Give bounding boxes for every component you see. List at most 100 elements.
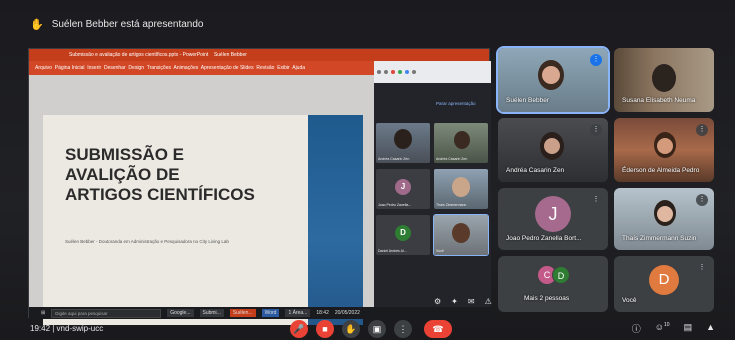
- meeting-controls-bar: 19:42 | vnd-swip-ucc 🎤 ■ ✋ ▣ ⋮ ☎ ⓘ ☺10 ▤…: [0, 318, 735, 340]
- meet-screen: ✋ Suélen Bebber está apresentando Submis…: [0, 0, 735, 340]
- shared-screen: Submissão e avaliação de artigos científ…: [28, 48, 492, 325]
- mic-muted-icon: ⋮: [696, 194, 708, 206]
- taskbar-item[interactable]: Suélen...: [229, 309, 256, 317]
- slide-title-line: AVALIÇÃO DE: [65, 165, 180, 184]
- participant-name: Você: [622, 297, 637, 304]
- more-people-tile[interactable]: C D Mais 2 pessoas: [498, 256, 608, 312]
- presenting-icon: ✋: [30, 19, 44, 31]
- mini-participant-tile[interactable]: Andréa Casarin Zen: [376, 123, 430, 163]
- mini-participant-tile[interactable]: J Joao Pedro Zanella...: [376, 169, 430, 209]
- more-options-button[interactable]: ⋮: [394, 320, 412, 338]
- participant-face: [544, 138, 560, 154]
- taskbar-item[interactable]: Google...: [167, 309, 194, 317]
- mic-muted-icon: ⋮: [590, 124, 602, 136]
- participant-name: Thaís Zimmermann Suzin: [622, 235, 697, 242]
- participant-figure: [394, 129, 412, 149]
- ribbon-tab[interactable]: Arquivo: [35, 65, 52, 71]
- toolbar-icon[interactable]: [391, 70, 395, 74]
- mic-off-button[interactable]: 🎤: [290, 320, 308, 338]
- warning-icon[interactable]: ⚠: [485, 297, 492, 306]
- camera-off-button[interactable]: ■: [316, 320, 334, 338]
- ribbon-tab[interactable]: Design: [128, 65, 144, 71]
- people-count: 10: [664, 322, 670, 328]
- ppt-ribbon: Arquivo Página Inicial Inserir Desenhar …: [29, 61, 374, 75]
- participant-name: Joao Pedro Zanella Bort...: [506, 235, 582, 242]
- mini-participant-tile[interactable]: D Daniel Andrés Al...: [376, 215, 430, 255]
- meeting-time-code: 19:42 | vnd-swip-ucc: [30, 324, 104, 333]
- participant-figure: [652, 64, 676, 92]
- slide-subtitle: Suélen Bebber - Doutoranda em Administra…: [65, 239, 229, 244]
- info-icon[interactable]: ⓘ: [632, 322, 641, 335]
- toolbar-icon[interactable]: [377, 70, 381, 74]
- participant-tile[interactable]: Susana Elisabeth Neuma: [614, 48, 714, 112]
- tile-options-icon[interactable]: ⚙: [434, 297, 441, 306]
- mini-participant-tile[interactable]: Você: [433, 214, 489, 256]
- mini-participant-tile[interactable]: Andréa Casarin Zen: [434, 123, 488, 163]
- present-button[interactable]: ▣: [368, 320, 386, 338]
- mini-tile-name: Andréa Casarin Zen: [378, 157, 410, 161]
- slide-decorative-bar: [308, 115, 363, 325]
- mini-participant-tile[interactable]: Thaís Zimmermann: [434, 169, 488, 209]
- chat-icon[interactable]: ▤: [684, 322, 693, 335]
- participant-name: Andréa Casarin Zen: [506, 167, 565, 174]
- taskbar-search-input[interactable]: Digite aqui para pesquisar: [51, 308, 162, 318]
- ribbon-tab[interactable]: Apresentação de Slides: [201, 65, 254, 71]
- taskbar-time: 18:42: [316, 310, 329, 316]
- ribbon-tab[interactable]: Revisão: [256, 65, 274, 71]
- windows-start-icon[interactable]: ⊞: [41, 310, 45, 316]
- ppt-edit-area: SUBMISSÃO E AVALIÇÃO DE ARTIGOS CIENTÍFI…: [29, 75, 374, 325]
- chat-icon[interactable]: ✉: [468, 297, 475, 306]
- toolbar-icon[interactable]: [398, 70, 402, 74]
- self-avatar: D: [649, 264, 679, 295]
- pin-icon[interactable]: ✦: [451, 297, 458, 306]
- self-tile[interactable]: D ⋮ Você: [614, 256, 714, 312]
- more-people-label: Mais 2 pessoas: [524, 295, 570, 302]
- participant-tile[interactable]: ⋮ Suélen Bebber: [496, 46, 610, 114]
- presenting-banner-text: Suélen Bebber está apresentando: [51, 19, 204, 30]
- slide-title-line: SUBMISSÃO E: [65, 145, 185, 164]
- participant-avatar: J: [535, 196, 571, 233]
- taskbar-item[interactable]: Word: [261, 309, 280, 317]
- participant-avatar: J: [395, 179, 411, 195]
- meeting-side-controls: ⓘ ☺10 ▤ ▲: [632, 322, 715, 335]
- ribbon-tab[interactable]: Ajuda: [292, 65, 305, 71]
- browser-toolbar: [374, 61, 491, 83]
- toolbar-icon[interactable]: [412, 70, 416, 74]
- stop-presenting-link[interactable]: Parar apresentação: [436, 101, 476, 106]
- mini-tile-name: Joao Pedro Zanella...: [378, 203, 412, 207]
- ppt-user-name: Suélen Bebber: [213, 52, 247, 58]
- activities-icon[interactable]: ▲: [706, 322, 715, 335]
- taskbar-item[interactable]: 1 Área...: [285, 309, 311, 317]
- embedded-meet-window: Parar apresentação Andréa Casarin Zen An…: [374, 61, 491, 307]
- ppt-title: Submissão e avaliação de artigos científ…: [69, 52, 209, 58]
- end-call-button[interactable]: ☎: [424, 320, 452, 338]
- participant-tile[interactable]: ⋮ Éderson de Almeida Pedro: [614, 118, 714, 182]
- ribbon-tab[interactable]: Animações: [174, 65, 199, 71]
- participant-figure: [454, 131, 470, 149]
- ribbon-tab[interactable]: Inserir: [87, 65, 101, 71]
- ribbon-tab[interactable]: Exibir: [277, 65, 290, 71]
- mini-tile-name: Andréa Casarin Zen: [436, 157, 468, 161]
- slide-title: SUBMISSÃO E AVALIÇÃO DE ARTIGOS CIENTÍFI…: [65, 145, 285, 205]
- participant-name: Éderson de Almeida Pedro: [622, 167, 700, 174]
- taskbar-item[interactable]: Submi...: [199, 309, 224, 317]
- participant-face: [542, 66, 560, 84]
- participant-tile[interactable]: ⋮ Thaís Zimmermann Suzin: [614, 188, 714, 250]
- toolbar-icon[interactable]: [384, 70, 388, 74]
- ribbon-tab[interactable]: Página Inicial: [55, 65, 85, 71]
- participant-name: Susana Elisabeth Neuma: [622, 97, 696, 104]
- people-icon[interactable]: ☺10: [655, 322, 670, 335]
- mini-tile-name: Você: [436, 249, 444, 253]
- participant-tile[interactable]: J ⋮ Joao Pedro Zanella Bort...: [498, 188, 608, 250]
- mini-tile-name: Daniel Andrés Al...: [378, 249, 407, 253]
- ribbon-tab[interactable]: Transições: [147, 65, 171, 71]
- toolbar-icon[interactable]: [405, 70, 409, 74]
- mic-muted-icon: ⋮: [696, 262, 708, 274]
- participant-tile[interactable]: ⋮ Andréa Casarin Zen: [498, 118, 608, 182]
- raise-hand-button[interactable]: ✋: [342, 320, 360, 338]
- mic-muted-icon: ⋮: [696, 124, 708, 136]
- current-slide: SUBMISSÃO E AVALIÇÃO DE ARTIGOS CIENTÍFI…: [43, 115, 363, 325]
- participant-avatar: D: [552, 266, 570, 284]
- ribbon-tab[interactable]: Desenhar: [104, 65, 126, 71]
- participant-face: [657, 138, 673, 154]
